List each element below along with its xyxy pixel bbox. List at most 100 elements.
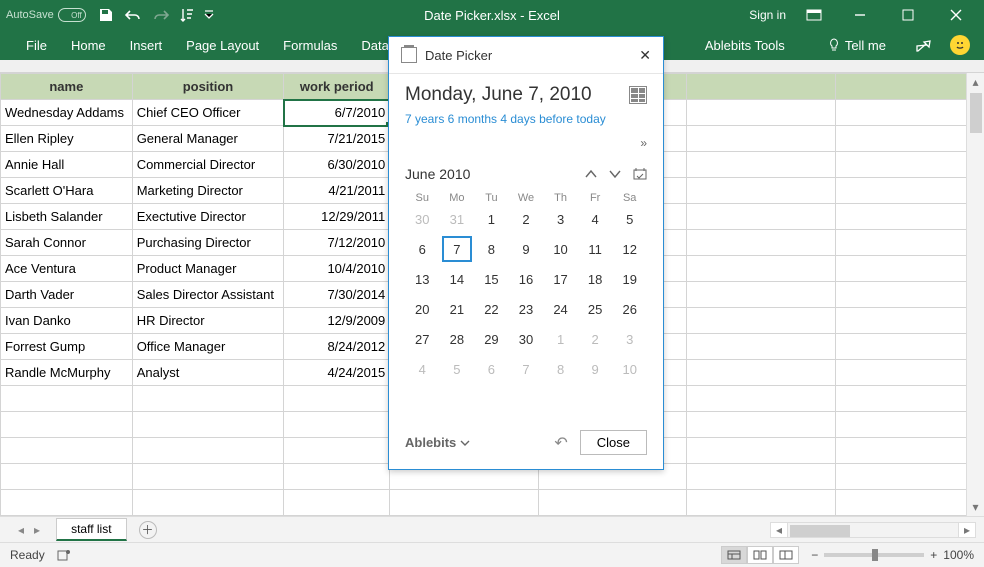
cell-name[interactable]: Ellen Ripley (1, 126, 133, 152)
calendar-day[interactable]: 9 (509, 234, 544, 264)
cell-empty[interactable] (687, 204, 835, 230)
cell-position[interactable]: Office Manager (132, 334, 284, 360)
tab-page-layout[interactable]: Page Layout (174, 30, 271, 60)
ablebits-menu[interactable]: Ablebits (405, 435, 470, 450)
cell-date[interactable]: 10/4/2010 (284, 256, 390, 282)
cell-empty[interactable] (687, 438, 835, 464)
cell-name[interactable]: Forrest Gump (1, 334, 133, 360)
calendar-day[interactable]: 26 (612, 294, 647, 324)
cell-date[interactable]: 4/24/2015 (284, 360, 390, 386)
cell-position[interactable]: Chief CEO Officer (132, 100, 284, 126)
cell-empty[interactable] (835, 152, 984, 178)
cell-date[interactable]: 7/12/2010 (284, 230, 390, 256)
tab-ablebits-tools[interactable]: Ablebits Tools (693, 38, 797, 53)
undo-icon[interactable] (124, 8, 142, 22)
cell-empty[interactable] (835, 360, 984, 386)
cell-empty[interactable] (687, 412, 835, 438)
calendar-day[interactable]: 15 (474, 264, 509, 294)
calendar-day[interactable]: 28 (440, 324, 475, 354)
calendar-day[interactable]: 1 (543, 324, 578, 354)
cell-empty[interactable] (835, 126, 984, 152)
calendar-day[interactable]: 16 (509, 264, 544, 294)
calendar-day[interactable]: 22 (474, 294, 509, 324)
view-page-break-icon[interactable] (773, 546, 799, 564)
cell-empty[interactable] (687, 126, 835, 152)
calendar-day[interactable]: 3 (543, 204, 578, 234)
calendar-day[interactable]: 19 (612, 264, 647, 294)
calendar-day[interactable]: 4 (405, 354, 440, 384)
cell-name[interactable]: Wednesday Addams (1, 100, 133, 126)
cell-position[interactable]: Sales Director Assistant (132, 282, 284, 308)
calendar-day[interactable]: 27 (405, 324, 440, 354)
cell-empty[interactable] (687, 256, 835, 282)
calendar-day[interactable]: 9 (578, 354, 613, 384)
date-calculator-icon[interactable] (629, 86, 647, 104)
add-sheet-button[interactable]: ＋ (139, 521, 157, 539)
cell-empty[interactable] (132, 438, 284, 464)
cell-position[interactable]: Exectutive Director (132, 204, 284, 230)
cell-empty[interactable] (687, 464, 835, 490)
cell-date[interactable]: 8/24/2012 (284, 334, 390, 360)
col-position-header[interactable]: position (132, 74, 284, 100)
calendar-day[interactable]: 8 (474, 234, 509, 264)
sort-icon[interactable] (180, 7, 194, 23)
expand-icon[interactable]: » (640, 136, 647, 150)
calendar-day[interactable]: 20 (405, 294, 440, 324)
tab-insert[interactable]: Insert (118, 30, 175, 60)
cell-empty[interactable] (284, 464, 390, 490)
cell-empty[interactable] (687, 230, 835, 256)
tellme-search[interactable]: Tell me (815, 38, 898, 53)
calendar-day[interactable]: 10 (612, 354, 647, 384)
cell-empty[interactable] (835, 282, 984, 308)
signin-link[interactable]: Sign in (749, 8, 786, 22)
calendar-day[interactable]: 13 (405, 264, 440, 294)
zoom-control[interactable]: − + 100% (811, 548, 974, 562)
cell-empty[interactable] (687, 386, 835, 412)
cell-date[interactable]: 6/7/2010 (284, 100, 390, 126)
calendar-day[interactable]: 4 (578, 204, 613, 234)
cell-empty[interactable] (132, 386, 284, 412)
calendar-day[interactable]: 8 (543, 354, 578, 384)
next-month-icon[interactable] (609, 169, 621, 179)
cell-empty[interactable] (835, 490, 984, 516)
cell-position[interactable]: Purchasing Director (132, 230, 284, 256)
calendar-day[interactable]: 25 (578, 294, 613, 324)
scroll-left-icon[interactable]: ◂ (770, 522, 788, 538)
calendar-day[interactable]: 3 (612, 324, 647, 354)
cell-position[interactable]: HR Director (132, 308, 284, 334)
zoom-slider[interactable] (824, 553, 924, 557)
redo-icon[interactable] (152, 8, 170, 22)
pane-close-icon[interactable]: ✕ (639, 47, 651, 64)
cell-date[interactable]: 12/29/2011 (284, 204, 390, 230)
calendar-day[interactable]: 6 (405, 234, 440, 264)
vertical-scrollbar[interactable]: ▴ ▾ (966, 73, 984, 516)
calendar-day[interactable]: 23 (509, 294, 544, 324)
prev-month-icon[interactable] (585, 169, 597, 179)
cell-date[interactable]: 4/21/2011 (284, 178, 390, 204)
cell-empty[interactable] (132, 464, 284, 490)
cell-empty[interactable] (835, 100, 984, 126)
cell-empty[interactable] (835, 230, 984, 256)
calendar-day[interactable]: 29 (474, 324, 509, 354)
calendar-day[interactable]: 17 (543, 264, 578, 294)
cell-name[interactable]: Lisbeth Salander (1, 204, 133, 230)
cell-name[interactable]: Darth Vader (1, 282, 133, 308)
close-button[interactable]: Close (580, 430, 647, 455)
table-row[interactable] (1, 490, 984, 516)
cell-empty[interactable] (687, 152, 835, 178)
maximize-icon[interactable] (902, 9, 930, 21)
cell-empty[interactable] (687, 490, 835, 516)
share-icon[interactable] (916, 38, 932, 52)
cell-name[interactable]: Ivan Danko (1, 308, 133, 334)
cell-empty[interactable] (538, 490, 686, 516)
cell-empty[interactable] (687, 100, 835, 126)
save-icon[interactable] (98, 7, 114, 23)
cell-empty[interactable] (687, 334, 835, 360)
calendar-day[interactable]: 18 (578, 264, 613, 294)
cell-empty[interactable] (835, 256, 984, 282)
cell-position[interactable]: Marketing Director (132, 178, 284, 204)
calendar-day[interactable]: 30 (509, 324, 544, 354)
tab-formulas[interactable]: Formulas (271, 30, 349, 60)
cell-empty[interactable] (1, 464, 133, 490)
cell-position[interactable]: General Manager (132, 126, 284, 152)
